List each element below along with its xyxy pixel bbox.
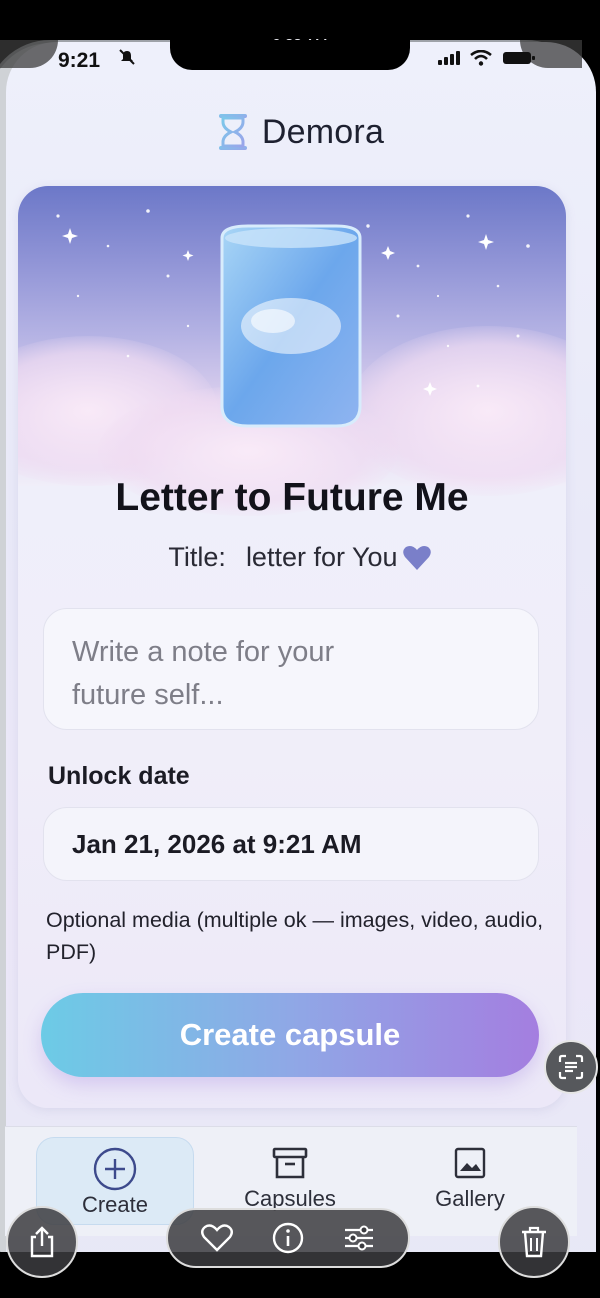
optional-media-label[interactable]: Optional media (multiple ok — images, vi… [46,904,556,968]
signal-icon [438,51,460,65]
unlock-date-label: Unlock date [48,762,190,790]
title-value[interactable]: letter for You [246,542,398,573]
trash-icon [522,1226,546,1258]
status-time: 9:21 [58,49,101,72]
image-icon [454,1147,486,1179]
info-icon[interactable] [271,1221,305,1255]
capsule-title-row: Title: letter for You [0,542,600,573]
note-placeholder-line-1: Write a note for your [72,636,335,668]
adjust-sliders-icon[interactable] [342,1223,376,1253]
hero-illustration [18,186,566,516]
share-icon [30,1226,54,1258]
silent-mode-icon [118,49,136,70]
wifi-icon [470,50,492,66]
heart-outline-icon[interactable] [200,1223,234,1253]
app-header: Demora [0,112,600,152]
unlock-date-value: Jan 21, 2026 at 9:21 AM [72,828,362,859]
dynamic-island [170,40,410,70]
page-title: Letter to Future Me [115,476,469,519]
note-input[interactable]: Write a note for your future self... [43,608,539,730]
hourglass-icon [218,114,247,150]
scan-text-button[interactable] [544,1040,598,1094]
title-label: Title: [168,542,226,572]
share-button[interactable] [6,1206,78,1278]
photo-actions-bar [166,1208,410,1268]
heart-icon [402,545,431,570]
scan-text-icon [558,1054,584,1080]
archive-box-icon [272,1147,308,1179]
note-placeholder-line-2: future self... [72,679,224,711]
top-bar [0,0,600,40]
battery-icon [503,52,535,64]
create-capsule-button[interactable]: Create capsule [41,993,539,1077]
status-icons [438,50,536,66]
brand-name: Demora [261,112,385,151]
delete-button[interactable] [498,1206,570,1278]
plus-circle-icon [93,1147,137,1191]
unlock-date-picker[interactable]: Jan 21, 2026 at 9:21 AM [43,807,539,881]
